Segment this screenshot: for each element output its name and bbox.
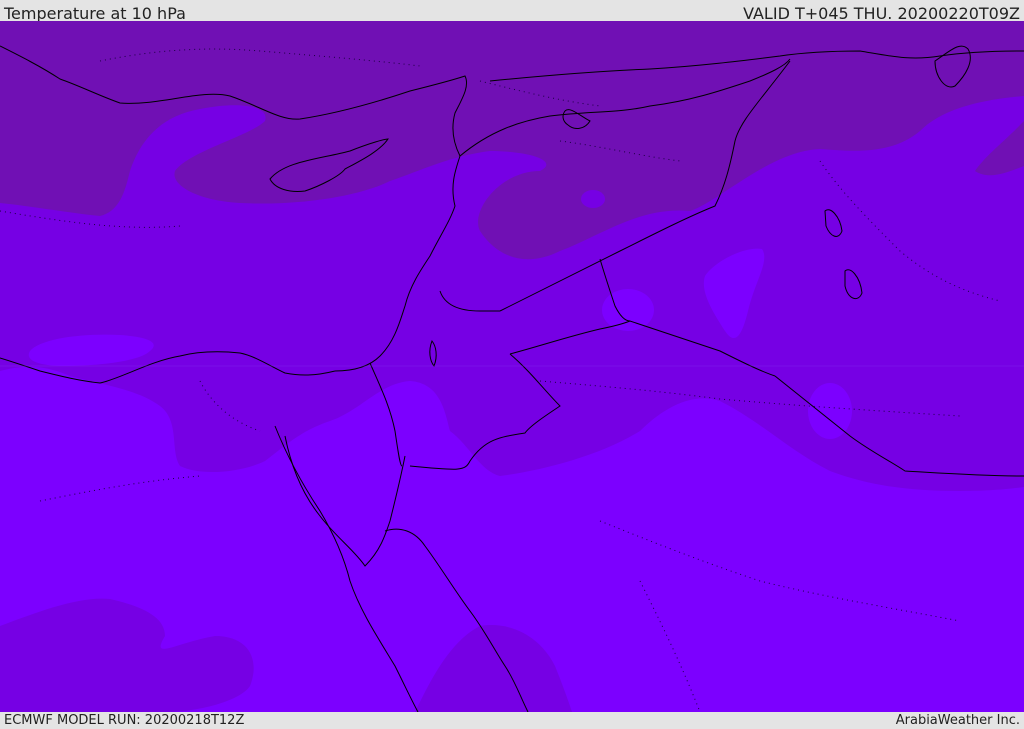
temp-band-dark-spot xyxy=(581,190,605,208)
map-header: Temperature at 10 hPa VALID T+045 THU. 2… xyxy=(0,0,1024,23)
map-footer: ECMWF MODEL RUN: 20200218T12Z ArabiaWeat… xyxy=(0,712,1024,729)
temperature-map[interactable] xyxy=(0,21,1024,712)
temp-band-light-east-3 xyxy=(808,383,852,439)
model-run-label: ECMWF MODEL RUN: 20200218T12Z xyxy=(4,713,245,728)
credit-label: ArabiaWeather Inc. xyxy=(895,713,1020,728)
map-panel[interactable] xyxy=(0,21,1024,712)
temp-band-light-east-2 xyxy=(602,289,654,331)
